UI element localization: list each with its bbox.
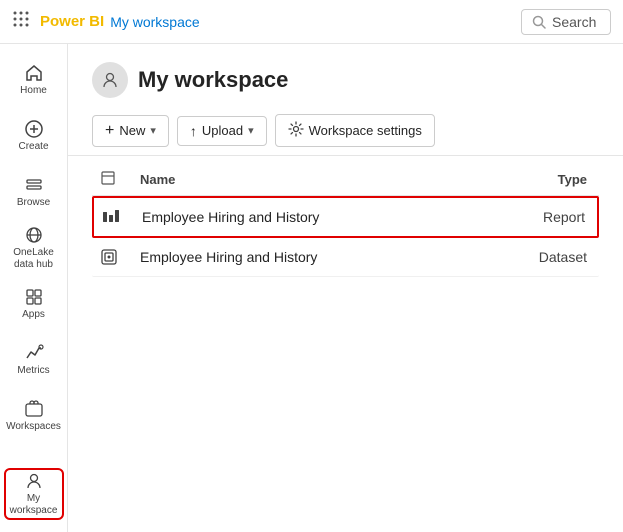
search-label: Search: [552, 14, 596, 30]
row-type-1: Report: [499, 209, 589, 225]
row-name-1: Employee Hiring and History: [142, 209, 499, 225]
table-row[interactable]: Employee Hiring and History Report: [92, 196, 599, 238]
upload-button-label: Upload: [202, 123, 243, 138]
workspace-settings-button[interactable]: Workspace settings: [275, 114, 435, 147]
apps-icon: [24, 287, 44, 307]
onelake-icon: [24, 225, 44, 245]
sidebar-item-browse-label: Browse: [17, 197, 50, 209]
sidebar-item-create-label: Create: [18, 141, 48, 153]
upload-icon: ↑: [190, 123, 197, 139]
metrics-icon: [24, 343, 44, 363]
workspace-user-icon: [100, 70, 120, 90]
gear-icon: [288, 121, 304, 140]
sidebar-item-browse[interactable]: Browse: [4, 166, 64, 218]
table-header: Name Type: [92, 164, 599, 196]
brand-name: Power BI: [40, 13, 104, 30]
plus-icon: +: [105, 122, 114, 140]
table-row[interactable]: Employee Hiring and History Dataset: [92, 238, 599, 277]
search-box[interactable]: Search: [521, 9, 611, 35]
table-header-type: Type: [501, 172, 591, 187]
workspace-header: My workspace: [68, 44, 623, 106]
sidebar-item-home[interactable]: Home: [4, 54, 64, 106]
row-report-icon: [102, 208, 142, 226]
content-area: My workspace + New ▾ ↑ Upload ▾: [68, 44, 623, 532]
sidebar-item-onelake-label: OneLake data hub: [13, 247, 54, 271]
row-dataset-icon: [100, 248, 140, 266]
sidebar-item-onelake[interactable]: OneLake data hub: [4, 222, 64, 274]
sidebar-item-workspaces[interactable]: Workspaces: [4, 390, 64, 442]
sidebar-item-myworkspace-label: My workspace: [10, 493, 58, 517]
sidebar-item-metrics[interactable]: Metrics: [4, 334, 64, 386]
main-layout: Home Create Browse OneLake data hub: [0, 44, 623, 532]
grid-icon[interactable]: [12, 10, 30, 33]
upload-button[interactable]: ↑ Upload ▾: [177, 116, 267, 146]
table-area: Name Type Employee Hiring and History Re…: [68, 156, 623, 532]
workspace-avatar: [92, 62, 128, 98]
sidebar-item-workspaces-label: Workspaces: [6, 421, 61, 433]
workspace-link[interactable]: My workspace: [110, 14, 199, 30]
table-header-name: Name: [140, 172, 501, 187]
sidebar-item-home-label: Home: [20, 85, 47, 97]
sidebar-item-apps[interactable]: Apps: [4, 278, 64, 330]
new-button[interactable]: + New ▾: [92, 115, 169, 147]
workspace-title: My workspace: [138, 67, 288, 93]
settings-button-label: Workspace settings: [309, 123, 422, 138]
sidebar-item-create[interactable]: Create: [4, 110, 64, 162]
create-icon: [24, 119, 44, 139]
new-button-label: New: [119, 123, 145, 138]
sidebar: Home Create Browse OneLake data hub: [0, 44, 68, 532]
search-icon: [532, 15, 546, 29]
table-header-icon-col: [100, 170, 140, 189]
upload-chevron-icon: ▾: [248, 124, 254, 137]
sidebar-item-myworkspace[interactable]: My workspace: [4, 468, 64, 520]
workspaces-icon: [24, 399, 44, 419]
browse-icon: [24, 175, 44, 195]
row-name-2: Employee Hiring and History: [140, 249, 501, 265]
new-chevron-icon: ▾: [150, 124, 156, 137]
my-workspace-icon: [24, 471, 44, 491]
toolbar: + New ▾ ↑ Upload ▾ Workspace settings: [68, 106, 623, 156]
topbar: Power BI My workspace Search: [0, 0, 623, 44]
sidebar-item-apps-label: Apps: [22, 309, 45, 321]
sidebar-item-metrics-label: Metrics: [17, 365, 49, 377]
row-type-2: Dataset: [501, 249, 591, 265]
home-icon: [24, 63, 44, 83]
